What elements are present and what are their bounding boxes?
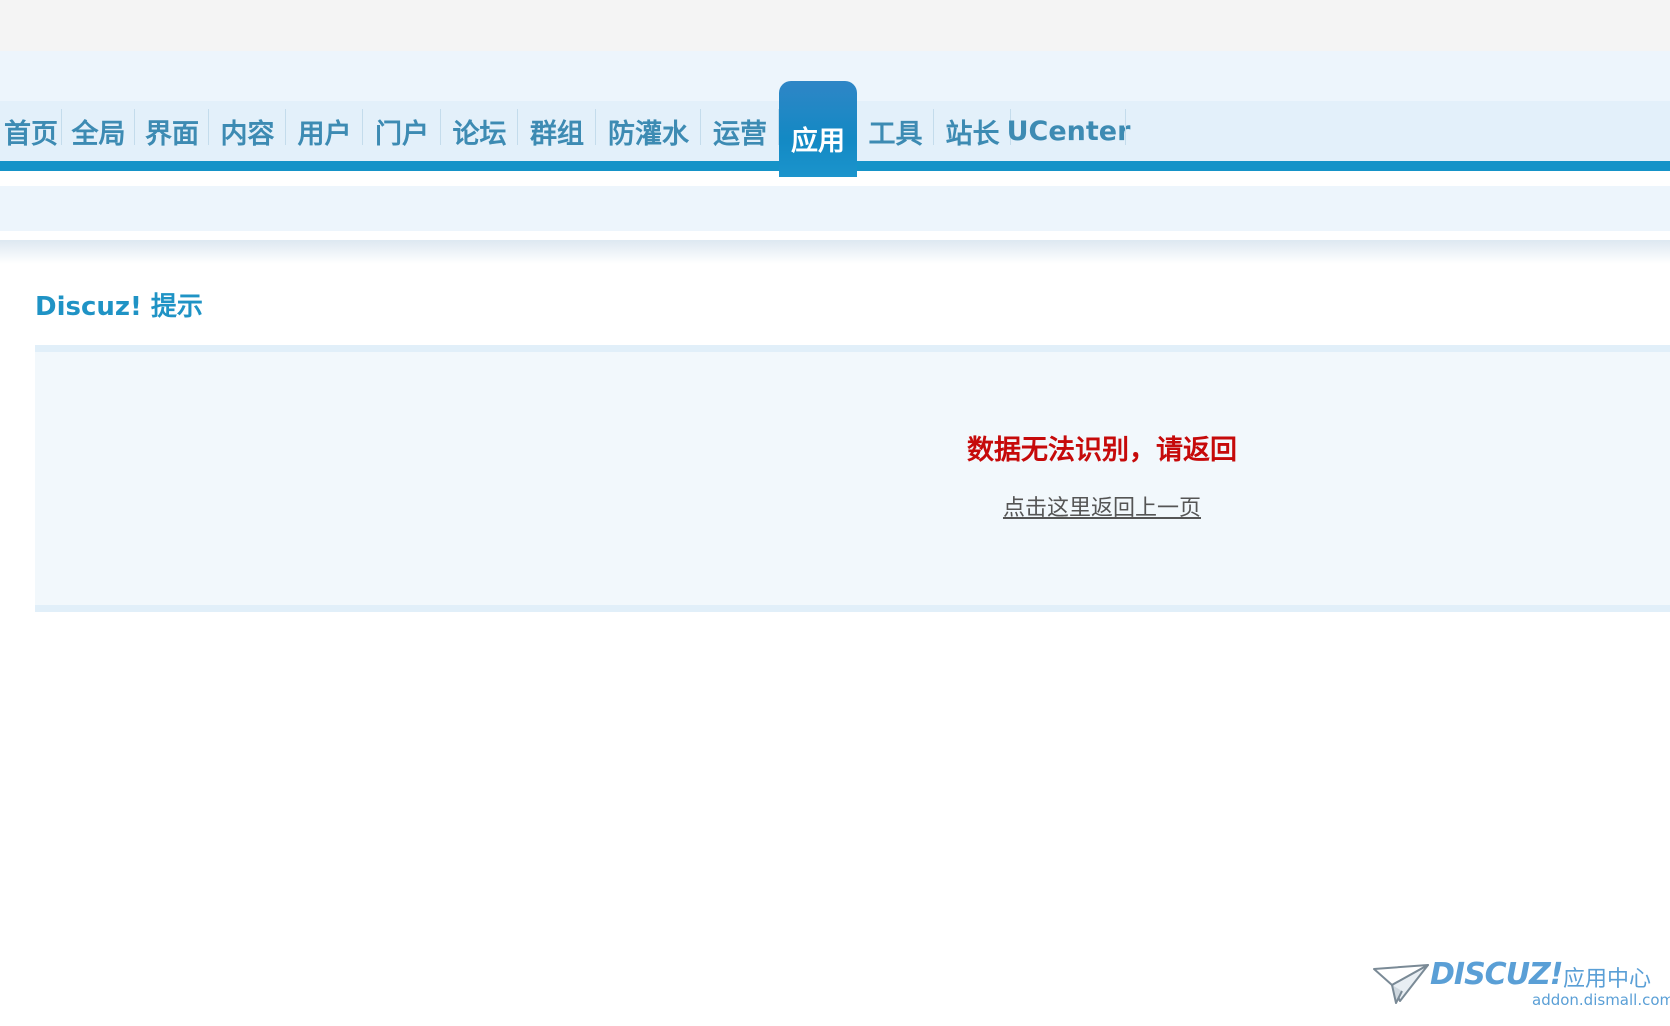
nav-item-portal[interactable]: 门户 (363, 101, 441, 161)
discuz-watermark: DISCUZ! 应用中心 addon.dismall.com (1370, 955, 1670, 1013)
paper-plane-icon (1373, 964, 1429, 1004)
message-box: 数据无法识别，请返回 点击这里返回上一页 (35, 345, 1670, 612)
back-link[interactable]: 点击这里返回上一页 (1003, 496, 1201, 521)
nav-item-global[interactable]: 全局 (62, 101, 135, 161)
nav-item-home[interactable]: 首页 (0, 101, 62, 161)
page-title: Discuz! 提示 (35, 292, 203, 322)
watermark-url: addon.dismall.com (1532, 991, 1670, 1009)
watermark-subtitle: 应用中心 (1563, 967, 1652, 992)
watermark-brand: DISCUZ! (1430, 957, 1563, 992)
nav-item-antispam[interactable]: 防灌水 (596, 101, 701, 161)
header-shadow (0, 240, 1670, 264)
nav-item-interface[interactable]: 界面 (135, 101, 209, 161)
nav-item-ucenter[interactable]: UCenter (1007, 101, 1130, 161)
sub-nav-bar (0, 186, 1670, 231)
main-nav: 首页 全局 界面 内容 用户 门户 论坛 群组 防灌水 运营 应用 工具 站长 … (0, 81, 1130, 177)
nav-item-forum[interactable]: 论坛 (441, 101, 518, 161)
nav-item-webmaster[interactable]: 站长 (934, 101, 1011, 161)
nav-item-tools[interactable]: 工具 (857, 101, 934, 161)
nav-item-operations[interactable]: 运营 (701, 101, 779, 161)
nav-item-users[interactable]: 用户 (286, 101, 363, 161)
nav-item-apps[interactable]: 应用 (779, 81, 857, 177)
error-message: 数据无法识别，请返回 (967, 435, 1237, 466)
nav-item-groups[interactable]: 群组 (518, 101, 596, 161)
browser-top-bar (0, 0, 1670, 51)
back-link-wrapper: 点击这里返回上一页 (35, 490, 1670, 522)
nav-item-content[interactable]: 内容 (209, 101, 286, 161)
